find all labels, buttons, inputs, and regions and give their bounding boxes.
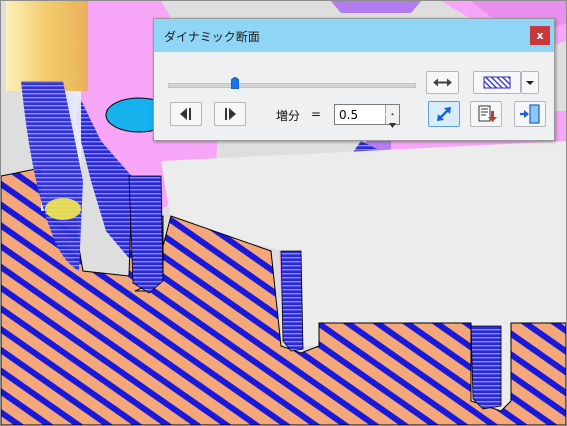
- step-back-button[interactable]: [170, 102, 202, 126]
- horizontal-arrows-icon: [433, 78, 452, 87]
- hatch-pattern-icon: [483, 76, 511, 89]
- diagonal-arrow-icon: [437, 107, 451, 121]
- section-slider-thumb[interactable]: [230, 77, 239, 89]
- save-section-icon: [478, 105, 497, 122]
- close-button[interactable]: x: [530, 26, 550, 45]
- step-backward-icon: [180, 108, 191, 120]
- hatch-pattern-select[interactable]: [473, 71, 521, 94]
- increment-equals: =: [311, 107, 322, 121]
- increment-input[interactable]: [335, 105, 389, 124]
- increment-label: 増分: [276, 109, 301, 123]
- hatch-dropdown-button[interactable]: [521, 71, 539, 94]
- chevron-down-icon: [526, 81, 534, 85]
- dynamic-section-dialog: ダイナミック断面 x 増分 = 0.5: [153, 18, 555, 141]
- step-forward-icon: [225, 108, 236, 120]
- diagonal-toggle-button[interactable]: [428, 101, 460, 127]
- section-slider-track[interactable]: [168, 83, 416, 88]
- exit-door-icon: [520, 104, 540, 124]
- exit-button[interactable]: [514, 101, 546, 127]
- dialog-titlebar[interactable]: ダイナミック断面 x: [154, 19, 554, 52]
- triangle-down-icon: [389, 123, 396, 128]
- step-forward-button[interactable]: [214, 102, 246, 126]
- dialog-title: ダイナミック断面: [164, 30, 260, 44]
- increment-down-button[interactable]: [385, 115, 399, 128]
- save-section-button[interactable]: [470, 101, 502, 127]
- increment-up-button[interactable]: [385, 105, 399, 118]
- viewport-frame: ダイナミック断面 x 増分 = 0.5: [0, 0, 567, 426]
- increment-stepper[interactable]: [334, 104, 400, 128]
- expand-button[interactable]: [426, 71, 459, 94]
